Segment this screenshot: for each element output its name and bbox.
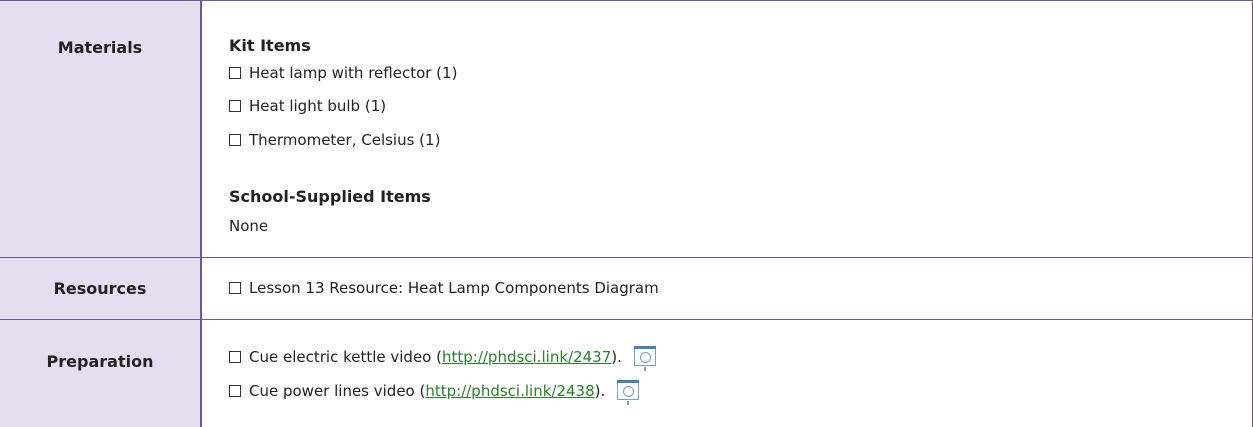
- kit-items-heading: Kit Items: [229, 36, 311, 55]
- preparation-content: Cue electric kettle video ( http://phdsc…: [202, 320, 1253, 427]
- kettle-video-link[interactable]: http://phdsci.link/2437: [442, 348, 611, 366]
- preparation-item: Cue power lines video ( http://phdsci.li…: [229, 380, 640, 405]
- kit-item: Thermometer, Celsius (1): [229, 131, 440, 149]
- kit-item-text: Thermometer, Celsius (1): [249, 131, 441, 149]
- checkbox-icon[interactable]: [229, 67, 241, 79]
- resources-content: Lesson 13 Resource: Heat Lamp Components…: [202, 258, 1253, 320]
- checkbox-icon[interactable]: [229, 351, 241, 363]
- checkbox-icon[interactable]: [229, 282, 241, 294]
- resource-item-text: Lesson 13 Resource: Heat Lamp Components…: [249, 279, 659, 297]
- checkbox-icon[interactable]: [229, 385, 241, 397]
- school-items-heading: School-Supplied Items: [229, 187, 431, 206]
- materials-row: Materials Kit Items Heat lamp with refle…: [0, 0, 1253, 258]
- kit-item: Heat lamp with reflector (1): [229, 64, 457, 82]
- preparation-label: Preparation: [0, 320, 202, 427]
- preparation-row: Preparation Cue electric kettle video ( …: [0, 320, 1253, 427]
- kit-item-text: Heat light bulb (1): [249, 97, 387, 115]
- preparation-item-prefix: Cue electric kettle video (: [249, 348, 442, 366]
- checkbox-icon[interactable]: [229, 134, 241, 146]
- resource-item: Lesson 13 Resource: Heat Lamp Components…: [229, 279, 659, 297]
- resources-row: Resources Lesson 13 Resource: Heat Lamp …: [0, 258, 1253, 320]
- resources-label: Resources: [0, 258, 202, 320]
- video-icon[interactable]: [617, 380, 640, 405]
- video-icon[interactable]: [633, 346, 656, 371]
- preparation-item-suffix: ).: [611, 348, 622, 366]
- preparation-item: Cue electric kettle video ( http://phdsc…: [229, 346, 656, 371]
- materials-content: Kit Items Heat lamp with reflector (1) H…: [202, 0, 1253, 258]
- materials-table: Materials Kit Items Heat lamp with refle…: [0, 0, 1253, 427]
- power-lines-video-link[interactable]: http://phdsci.link/2438: [425, 382, 594, 400]
- school-items-value: None: [229, 217, 269, 235]
- kit-item: Heat light bulb (1): [229, 97, 386, 115]
- materials-label: Materials: [0, 0, 202, 258]
- kit-item-text: Heat lamp with reflector (1): [249, 64, 458, 82]
- preparation-item-prefix: Cue power lines video (: [249, 382, 426, 400]
- checkbox-icon[interactable]: [229, 100, 241, 112]
- preparation-item-suffix: ).: [594, 382, 606, 400]
